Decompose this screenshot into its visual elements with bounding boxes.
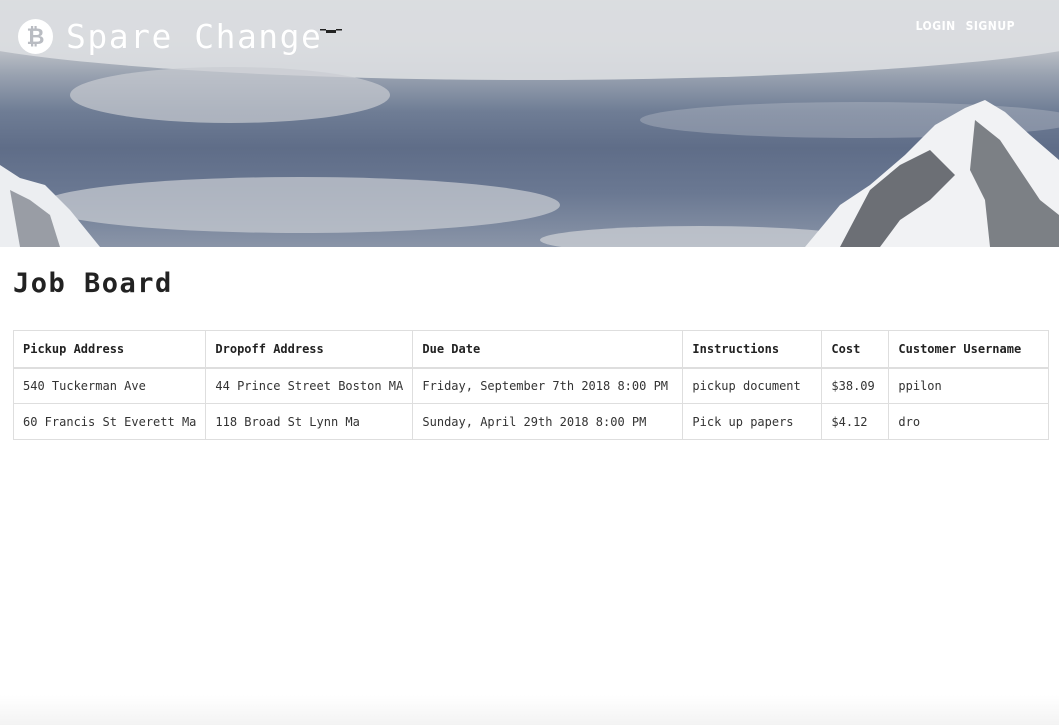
login-link[interactable]: LOGIN [916,19,956,33]
cell-cost: $4.12 [821,403,890,440]
drone-icon [320,29,342,33]
column-header-due-date: Due Date [412,330,684,369]
column-header-pickup-address: Pickup Address [12,330,207,369]
cell-dropoff-address: 44 Prince Street Boston MA [205,367,414,404]
cell-pickup-address: 60 Francis St Everett Ma [12,403,207,440]
page-title: Job Board [13,268,173,299]
top-nav: LOGIN SIGNUP [916,19,1015,33]
cell-customer-username: ppilon [888,367,1049,404]
column-header-instructions: Instructions [682,330,823,369]
cell-due-date: Sunday, April 29th 2018 8:00 PM [412,403,684,440]
table-header-row: Pickup Address Dropoff Address Due Date … [12,330,1049,369]
cell-dropoff-address: 118 Broad St Lynn Ma [205,403,414,440]
cell-instructions: pickup document [682,367,823,404]
cell-instructions: Pick up papers [682,403,823,440]
table-row[interactable]: 540 Tuckerman Ave 44 Prince Street Bosto… [12,367,1049,404]
cell-cost: $38.09 [821,367,890,404]
cell-due-date: Friday, September 7th 2018 8:00 PM [412,367,684,404]
column-header-dropoff-address: Dropoff Address [205,330,414,369]
hero-banner: ₿ Spare Change LOGIN SIGNUP [0,0,1059,247]
column-header-cost: Cost [821,330,890,369]
brand-name: Spare Change [66,17,323,56]
bitcoin-icon: ₿ [18,19,53,54]
cell-customer-username: dro [888,403,1049,440]
table-row[interactable]: 60 Francis St Everett Ma 118 Broad St Ly… [12,403,1049,440]
column-header-customer-username: Customer Username [888,330,1049,369]
cell-pickup-address: 540 Tuckerman Ave [12,367,207,404]
brand-logo[interactable]: ₿ Spare Change [18,17,322,56]
job-board-table: Pickup Address Dropoff Address Due Date … [12,330,1049,440]
footer-shade [0,695,1059,725]
signup-link[interactable]: SIGNUP [966,19,1015,33]
